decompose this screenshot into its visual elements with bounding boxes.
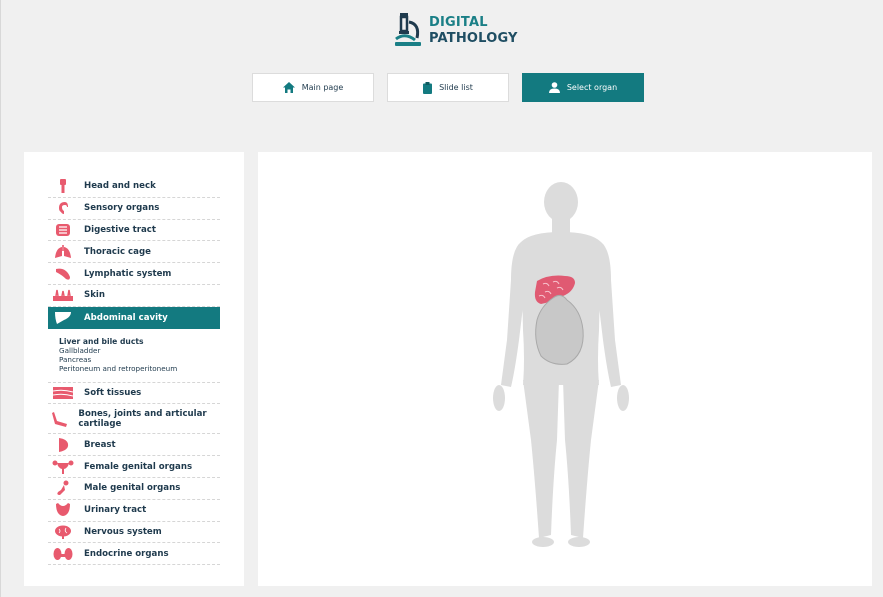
skin-icon — [53, 290, 73, 302]
clipboard-icon — [423, 81, 433, 94]
organ-label: Thoracic cage — [84, 246, 151, 257]
organ-item-nervous[interactable]: Nervous system — [48, 522, 220, 544]
lungs-icon — [55, 244, 71, 258]
home-icon — [282, 82, 295, 93]
ear-icon — [59, 202, 68, 215]
organ-item-breast[interactable]: Breast — [48, 434, 220, 457]
organ-label: Urinary tract — [84, 505, 147, 516]
brain-icon — [55, 525, 71, 539]
submenu-item-gallbladder[interactable]: Gallbladder — [59, 346, 220, 355]
breast-icon — [59, 437, 69, 452]
organ-label: Bones, joints and articular cartilage — [78, 408, 207, 429]
organ-item-thoracic[interactable]: Thoracic cage — [48, 241, 220, 264]
logo-subtitle: PATHOLOGY — [429, 31, 518, 46]
body-map-panel — [258, 152, 872, 586]
organ-label: Endocrine organs — [84, 548, 169, 559]
organ-label: Head and neck — [84, 181, 156, 192]
liver-icon — [55, 311, 71, 324]
human-body-illustration — [493, 182, 629, 547]
slide-list-button[interactable]: Slide list — [387, 73, 509, 102]
organ-list-panel: Head and neck Sensory organs Digestive t… — [24, 152, 244, 586]
main-page-button[interactable]: Main page — [252, 73, 374, 102]
male-organ-icon — [57, 480, 69, 496]
thyroid-icon — [53, 547, 73, 560]
organ-item-soft-tissues[interactable]: Soft tissues — [48, 383, 220, 405]
head-neck-icon — [60, 179, 66, 194]
organ-item-head-neck[interactable]: Head and neck — [48, 176, 220, 198]
organ-item-endocrine[interactable]: Endocrine organs — [48, 543, 220, 566]
submenu-item-liver[interactable]: Liver and bile ducts — [59, 337, 220, 346]
bone-joint-icon — [52, 411, 68, 427]
microscope-icon — [395, 13, 421, 46]
spleen-icon — [56, 268, 70, 280]
organ-label: Nervous system — [84, 526, 162, 537]
intestine-icon — [56, 223, 70, 236]
organ-item-urinary[interactable]: Urinary tract — [48, 500, 220, 522]
organ-label: Soft tissues — [84, 387, 142, 398]
organ-label: Male genital organs — [84, 483, 181, 494]
organ-list: Head and neck Sensory organs Digestive t… — [48, 176, 220, 566]
abdominal-submenu: Liver and bile ducts Gallbladder Pancrea… — [48, 329, 220, 383]
logo-title: DIGITAL — [429, 15, 488, 30]
organ-label: Abdominal cavity — [84, 312, 168, 323]
app-logo[interactable]: DIGITAL PATHOLOGY — [389, 12, 518, 50]
organ-label: Sensory organs — [84, 203, 160, 214]
organ-label: Female genital organs — [84, 461, 193, 472]
submenu-item-pancreas[interactable]: Pancreas — [59, 355, 220, 364]
organ-item-abdominal[interactable]: Abdominal cavity — [48, 306, 220, 329]
organ-label: Digestive tract — [84, 224, 156, 235]
main-nav: Main page Slide list Select organ — [252, 73, 644, 102]
main-page-label: Main page — [301, 83, 344, 92]
organ-label: Lymphatic system — [84, 268, 172, 279]
uterus-icon — [52, 460, 74, 474]
organ-item-digestive[interactable]: Digestive tract — [48, 220, 220, 242]
organ-item-bones[interactable]: Bones, joints and articular cartilage — [48, 404, 220, 435]
select-organ-label: Select organ — [566, 83, 618, 92]
slide-list-label: Slide list — [439, 83, 473, 92]
organ-item-male[interactable]: Male genital organs — [48, 478, 220, 500]
organ-label: Skin — [84, 290, 105, 301]
organ-item-skin[interactable]: Skin — [48, 285, 220, 307]
organ-item-lymphatic[interactable]: Lymphatic system — [48, 263, 220, 285]
muscle-icon — [53, 386, 73, 399]
select-organ-button[interactable]: Select organ — [522, 73, 644, 102]
organ-item-sensory[interactable]: Sensory organs — [48, 198, 220, 220]
submenu-item-peritoneum[interactable]: Peritoneum and retroperitoneum — [59, 364, 220, 373]
organ-label: Breast — [84, 439, 116, 450]
user-icon — [548, 82, 560, 93]
bladder-icon — [56, 503, 70, 517]
organ-item-female[interactable]: Female genital organs — [48, 456, 220, 478]
